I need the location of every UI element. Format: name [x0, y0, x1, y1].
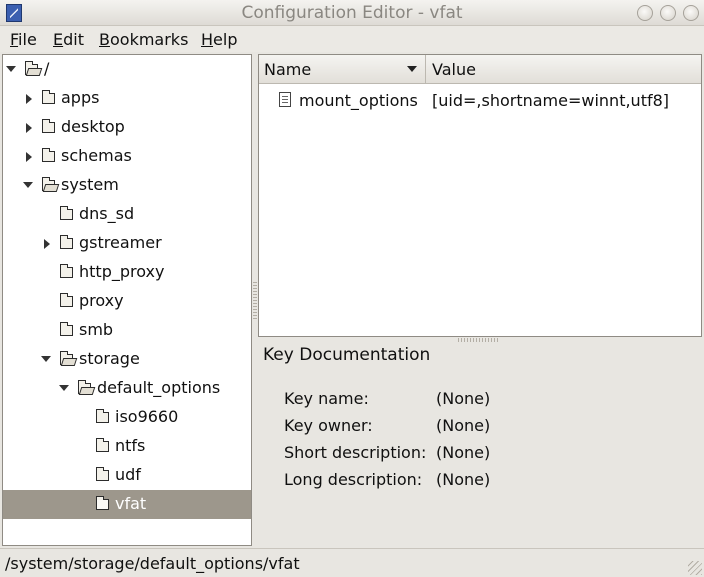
- tree-item-label: system: [61, 175, 119, 194]
- column-header: Name Value: [259, 55, 701, 84]
- key-owner-label: Key owner:: [284, 416, 373, 435]
- key-list[interactable]: Name Value mount_options [uid=,shortname…: [258, 54, 702, 337]
- column-header-value[interactable]: Value: [432, 60, 476, 79]
- long-description-value: (None): [436, 470, 491, 489]
- tree-item-label: gstreamer: [79, 233, 162, 252]
- column-name-label: Name: [264, 60, 312, 79]
- folder-icon: [60, 293, 73, 307]
- tree-item-ntfs[interactable]: ntfs: [3, 432, 251, 461]
- short-description-label: Short description:: [284, 443, 427, 462]
- resize-grip-icon[interactable]: [688, 561, 702, 575]
- menu-edit-mnemonic: E: [53, 30, 64, 49]
- folder-icon: [96, 409, 109, 423]
- tree-item-label: http_proxy: [79, 262, 165, 281]
- tree-item-storage[interactable]: storage: [3, 345, 251, 374]
- tree-item-label: default_options: [97, 378, 221, 397]
- sort-arrow-icon: [407, 66, 417, 72]
- title-bar[interactable]: Configuration Editor - vfat: [0, 0, 704, 26]
- tree-item-label: ntfs: [115, 436, 146, 455]
- maximize-button[interactable]: [660, 5, 676, 21]
- tree-item-default-options[interactable]: default_options: [3, 374, 251, 403]
- key-owner-value: (None): [436, 416, 491, 435]
- folder-icon: [96, 496, 109, 510]
- long-description-label: Long description:: [284, 470, 423, 489]
- minimize-button[interactable]: [637, 5, 653, 21]
- tree-item-label: desktop: [61, 117, 125, 136]
- documentation-splitter[interactable]: [258, 337, 702, 343]
- tree-item-label: /: [44, 59, 50, 78]
- tree-item-schemas[interactable]: schemas: [3, 142, 251, 171]
- folder-open-icon: [78, 380, 91, 394]
- tree-item-proxy[interactable]: proxy: [3, 287, 251, 316]
- folder-icon: [42, 148, 55, 162]
- tree-item-udf[interactable]: udf: [3, 461, 251, 490]
- key-documentation-heading: Key Documentation: [263, 345, 431, 365]
- folder-icon: [60, 264, 73, 278]
- tree-item-label: proxy: [79, 291, 124, 310]
- status-bar: /system/storage/default_options/vfat: [0, 548, 704, 577]
- key-file-icon: [279, 92, 291, 107]
- column-header-name[interactable]: Name: [259, 55, 426, 83]
- menu-bookmarks[interactable]: Bookmarks: [99, 30, 188, 49]
- tree-item-system[interactable]: system: [3, 171, 251, 200]
- expander-closed-icon[interactable]: [26, 152, 32, 162]
- tree-item-gstreamer[interactable]: gstreamer: [3, 229, 251, 258]
- table-row[interactable]: mount_options [uid=,shortname=winnt,utf8…: [259, 87, 701, 113]
- tree-item-label: iso9660: [115, 407, 179, 426]
- menu-bookmarks-mnemonic: B: [99, 30, 110, 49]
- folder-icon: [60, 206, 73, 220]
- folder-icon: [60, 235, 73, 249]
- tree-item-label: vfat: [115, 494, 147, 513]
- expander-open-icon[interactable]: [23, 182, 33, 188]
- key-name-cell: mount_options: [299, 91, 418, 110]
- folder-open-icon: [25, 61, 38, 75]
- folder-icon: [96, 438, 109, 452]
- status-path: /system/storage/default_options/vfat: [5, 554, 300, 573]
- menu-help[interactable]: Help: [201, 30, 237, 49]
- key-name-label: Key name:: [284, 389, 369, 408]
- directory-tree[interactable]: / apps desktop schemas system dns_sd gst…: [2, 54, 252, 546]
- tree-item-http-proxy[interactable]: http_proxy: [3, 258, 251, 287]
- menu-edit[interactable]: Edit: [53, 30, 84, 49]
- folder-icon: [42, 119, 55, 133]
- expander-closed-icon[interactable]: [44, 239, 50, 249]
- window-title: Configuration Editor - vfat: [241, 3, 463, 23]
- tree-item-smb[interactable]: smb: [3, 316, 251, 345]
- tree-item-label: smb: [79, 320, 114, 339]
- menu-file-label: ile: [18, 30, 37, 49]
- menu-file-mnemonic: F: [10, 30, 19, 49]
- key-name-value: (None): [436, 389, 491, 408]
- tree-item-label: dns_sd: [79, 204, 135, 223]
- expander-open-icon[interactable]: [6, 66, 16, 72]
- tree-item-label: apps: [61, 88, 100, 107]
- tree-item-dns-sd[interactable]: dns_sd: [3, 200, 251, 229]
- expander-open-icon[interactable]: [59, 385, 69, 391]
- expander-open-icon[interactable]: [41, 356, 51, 362]
- tree-item-vfat[interactable]: vfat: [3, 490, 251, 519]
- folder-open-icon: [60, 351, 73, 365]
- folder-icon: [60, 322, 73, 336]
- menu-help-mnemonic: H: [201, 30, 214, 49]
- tree-item-label: storage: [79, 349, 140, 368]
- folder-open-icon: [42, 177, 55, 191]
- short-description-value: (None): [436, 443, 491, 462]
- menu-edit-label: dit: [63, 30, 84, 49]
- tree-item-label: udf: [115, 465, 141, 484]
- expander-closed-icon[interactable]: [26, 123, 32, 133]
- folder-icon: [96, 467, 109, 481]
- folder-icon: [42, 90, 55, 104]
- menu-file[interactable]: File: [10, 30, 37, 49]
- tree-item-root[interactable]: /: [3, 55, 251, 84]
- close-button[interactable]: [683, 5, 699, 21]
- menu-help-label: elp: [213, 30, 238, 49]
- menu-bookmarks-label: ookmarks: [109, 30, 189, 49]
- tree-item-desktop[interactable]: desktop: [3, 113, 251, 142]
- key-value-cell[interactable]: [uid=,shortname=winnt,utf8]: [432, 91, 669, 110]
- tree-item-apps[interactable]: apps: [3, 84, 251, 113]
- tree-item-iso9660[interactable]: iso9660: [3, 403, 251, 432]
- expander-closed-icon[interactable]: [26, 94, 32, 104]
- tree-item-label: schemas: [61, 146, 132, 165]
- menu-bar: File Edit Bookmarks Help: [0, 26, 704, 52]
